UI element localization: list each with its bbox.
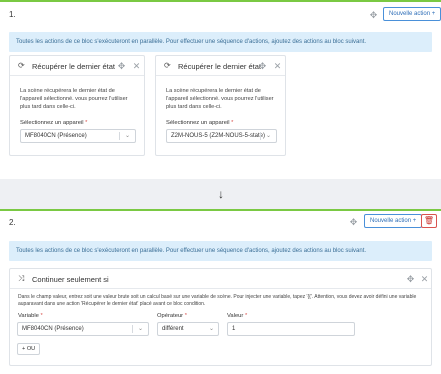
chevron-down-icon: ⌄ <box>266 133 272 139</box>
card-header: ⟳ Récupérer le dernier état ✥ ✕ <box>10 56 144 76</box>
card-title: Récupérer le dernier état <box>178 62 261 71</box>
block-number: 1. <box>9 10 16 19</box>
close-icon[interactable]: ✕ <box>420 275 429 284</box>
get-last-state-card: ⟳ Récupérer le dernier état ✥ ✕ La scène… <box>155 55 286 156</box>
value-input[interactable]: 1 <box>227 322 355 336</box>
card-title: Récupérer le dernier état <box>32 62 115 71</box>
refresh-icon: ⟳ <box>18 61 25 70</box>
add-or-condition-button[interactable]: + OU <box>17 343 41 355</box>
delete-block-button[interactable]: 🗑 <box>421 214 437 228</box>
close-icon[interactable]: ✕ <box>273 62 282 71</box>
value-label: Valeur * <box>227 313 248 319</box>
block-number: 2. <box>9 218 16 227</box>
card-header: ⟳ Récupérer le dernier état ✥ ✕ <box>156 56 285 76</box>
trash-icon: 🗑 <box>423 216 435 225</box>
move-icon[interactable]: ✥ <box>117 62 126 71</box>
add-action-button[interactable]: Nouvelle action + <box>364 214 423 228</box>
move-icon[interactable]: ✥ <box>369 11 378 20</box>
operator-label: Opérateur * <box>157 313 187 319</box>
parallel-info-banner: Toutes les actions de ce bloc s'exécuter… <box>9 241 432 261</box>
arrow-down-icon: ↓ <box>218 187 224 201</box>
refresh-icon: ⟳ <box>164 61 171 70</box>
device-select[interactable]: Z2M-NOUS-5 (Z2M-NOUS-5-state) ⌄ <box>166 129 277 143</box>
operator-select[interactable]: différent ⌄ <box>157 322 219 336</box>
device-field-label: Sélectionnez un appareil * <box>166 120 234 126</box>
device-select[interactable]: MF8040CN (Présence) ⌄ <box>20 129 136 143</box>
card-description: La scène récupérera le dernier état de l… <box>20 88 128 110</box>
add-action-button[interactable]: Nouvelle action + <box>383 7 441 21</box>
move-icon[interactable]: ✥ <box>258 62 267 71</box>
condition-card: ⤨ Continuer seulement si ✥ ✕ <box>9 268 432 366</box>
chevron-down-icon: ⌄ <box>138 326 144 332</box>
card-header: ⤨ Continuer seulement si ✥ ✕ <box>10 269 431 289</box>
move-icon[interactable]: ✥ <box>349 218 358 227</box>
parallel-info-banner: Toutes les actions de ce bloc s'exécuter… <box>9 32 432 52</box>
chevron-down-icon: ⌄ <box>209 326 215 332</box>
chevron-down-icon: ⌄ <box>125 133 131 139</box>
scene-block-1: 1. ✥ Nouvelle action + Toutes les action… <box>0 0 441 179</box>
condition-description: Dans le champ valeur, entrez soit une va… <box>18 294 417 307</box>
variable-label: Variable * <box>18 313 43 319</box>
get-last-state-card: ⟳ Récupérer le dernier état ✥ ✕ La scène… <box>9 55 145 156</box>
move-icon[interactable]: ✥ <box>406 275 415 284</box>
device-field-label: Sélectionnez un appareil * <box>20 120 88 126</box>
close-icon[interactable]: ✕ <box>132 62 141 71</box>
variable-select[interactable]: MF8040CN (Présence) ⌄ <box>17 322 149 336</box>
card-description: La scène récupérera le dernier état de l… <box>166 88 274 110</box>
card-title: Continuer seulement si <box>32 275 109 284</box>
shuffle-icon: ⤨ <box>18 274 25 283</box>
